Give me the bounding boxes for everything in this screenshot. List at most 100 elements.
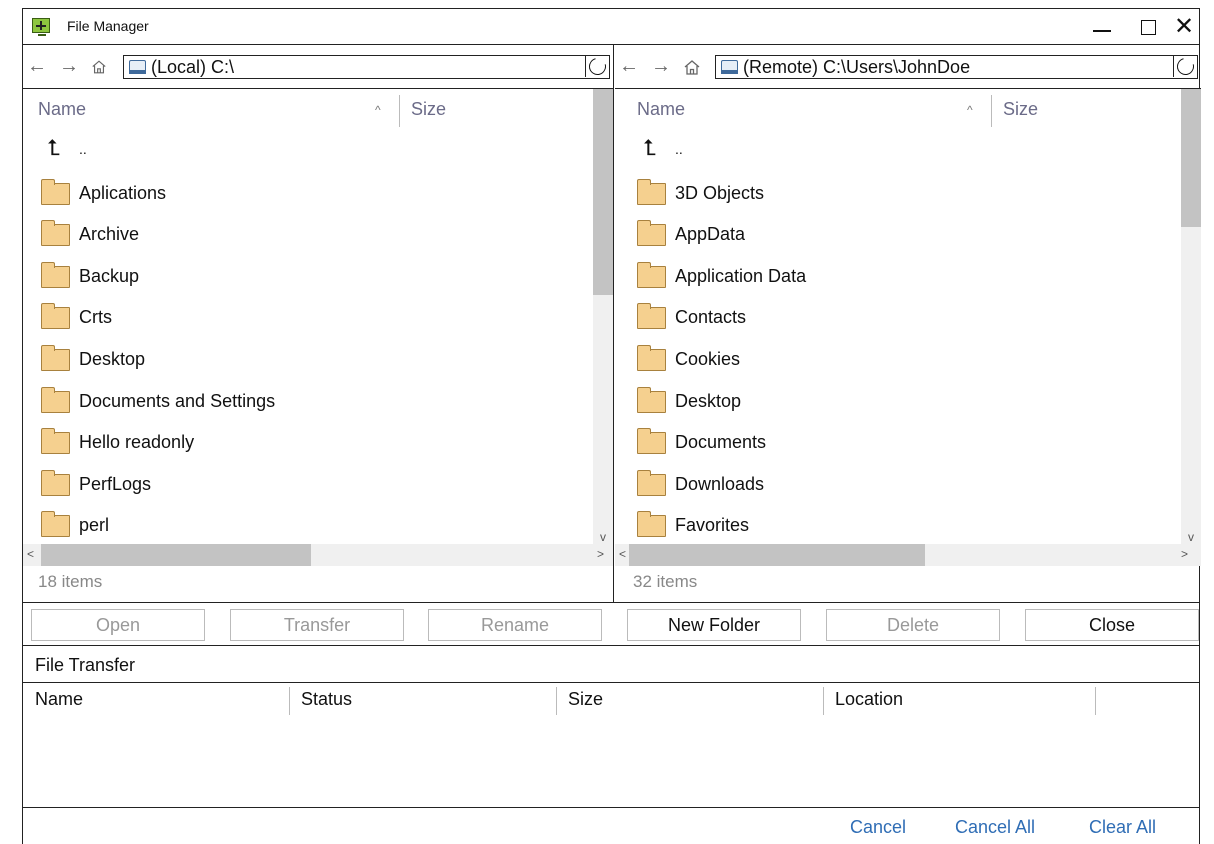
delete-button[interactable]: Delete (826, 609, 1000, 641)
list-item-label: Desktop (675, 390, 742, 411)
list-item[interactable]: Desktop (23, 339, 593, 381)
folder-icon (637, 261, 666, 288)
ft-col-size[interactable]: Size (568, 689, 603, 710)
transfer-button[interactable]: Transfer (230, 609, 404, 641)
rename-button[interactable]: Rename (428, 609, 602, 641)
folder-icon (637, 178, 666, 205)
close-button[interactable]: Close (1025, 609, 1199, 641)
list-item[interactable]: Favorites (619, 505, 1181, 544)
remote-col-name[interactable]: Name (637, 99, 685, 120)
local-col-size[interactable]: Size (411, 99, 446, 120)
list-item[interactable]: Desktop (619, 381, 1181, 423)
column-divider[interactable] (399, 95, 400, 127)
scroll-down-icon[interactable]: v (1181, 530, 1201, 544)
parent-dir-label: .. (79, 141, 87, 157)
folder-icon (41, 220, 70, 247)
remote-vscroll-thumb[interactable] (1181, 89, 1201, 227)
list-item[interactable]: Cookies (619, 339, 1181, 381)
column-divider[interactable] (991, 95, 992, 127)
list-item[interactable]: Downloads (619, 464, 1181, 506)
remote-refresh-button[interactable] (1173, 54, 1198, 79)
column-divider[interactable] (823, 687, 824, 715)
cancel-all-link[interactable]: Cancel All (955, 817, 1035, 838)
list-item[interactable]: 3D Objects (619, 173, 1181, 215)
forward-arrow-icon[interactable]: → (59, 55, 79, 78)
parent-dir-icon: ⮤ (47, 135, 60, 160)
parent-dir-row[interactable]: ⮤ .. (619, 131, 1181, 173)
file-transfer-title: File Transfer (35, 655, 136, 675)
local-vertical-scrollbar[interactable]: ^ v (593, 89, 613, 544)
local-col-name[interactable]: Name (38, 99, 86, 120)
home-icon[interactable] (683, 59, 701, 76)
remote-column-header: Name ^ Size (615, 89, 1181, 131)
open-button[interactable]: Open (31, 609, 205, 641)
list-item[interactable]: Documents and Settings (23, 381, 593, 423)
list-item[interactable]: Application Data (619, 256, 1181, 298)
local-item-count: 18 items (38, 572, 103, 591)
drive-icon (129, 60, 146, 74)
list-item-label: AppData (675, 224, 746, 245)
scroll-down-icon[interactable]: v (593, 530, 613, 544)
folder-icon (41, 469, 70, 496)
local-path-input[interactable]: (Local) C:\ (123, 54, 610, 79)
list-item-label: Desktop (79, 348, 146, 369)
minimize-button[interactable] (1087, 13, 1117, 41)
maximize-button[interactable] (1133, 13, 1163, 41)
list-item[interactable]: Documents (619, 422, 1181, 464)
list-item-label: Backup (79, 265, 140, 286)
parent-dir-row[interactable]: ⮤ .. (23, 131, 593, 173)
list-item-label: perl (79, 515, 110, 536)
local-refresh-button[interactable] (585, 54, 610, 79)
ft-col-location[interactable]: Location (835, 689, 903, 710)
sort-up-icon: ^ (375, 103, 381, 117)
remote-hscroll-thumb[interactable] (629, 544, 925, 566)
column-divider[interactable] (289, 687, 290, 715)
local-vscroll-thumb[interactable] (593, 89, 613, 295)
list-item[interactable]: PerfLogs (23, 464, 593, 506)
cancel-link[interactable]: Cancel (850, 817, 906, 838)
list-item[interactable]: Crts (23, 297, 593, 339)
list-item-label: Aplications (79, 182, 167, 203)
back-arrow-icon[interactable]: ← (619, 55, 639, 78)
file-transfer-table: Name Status Size Location (23, 682, 1199, 808)
local-horizontal-scrollbar[interactable]: < > (23, 544, 613, 566)
list-item-label: Hello readonly (79, 432, 195, 453)
list-item[interactable]: Backup (23, 256, 593, 298)
new-folder-button[interactable]: New Folder (627, 609, 801, 641)
folder-icon (41, 511, 70, 538)
column-divider[interactable] (556, 687, 557, 715)
local-panel: ← → (Local) C:\ Name ^ Size ⮤ .. Aplicat… (23, 45, 614, 602)
list-item[interactable]: AppData (619, 214, 1181, 256)
list-item[interactable]: Hello readonly (23, 422, 593, 464)
list-item-label: PerfLogs (79, 473, 152, 494)
back-arrow-icon[interactable]: ← (27, 55, 47, 78)
list-item-label: 3D Objects (675, 182, 765, 203)
close-window-button[interactable]: ✕ (1169, 13, 1199, 41)
remote-path-bar: ← → (Remote) C:\Users\JohnDoe (615, 45, 1201, 89)
home-icon[interactable] (91, 59, 107, 75)
scroll-left-icon[interactable]: < (27, 547, 34, 561)
ft-col-name[interactable]: Name (35, 689, 83, 710)
refresh-icon (1173, 54, 1198, 79)
list-item[interactable]: Aplications (23, 173, 593, 215)
column-divider[interactable] (1095, 687, 1096, 715)
local-column-header: Name ^ Size (23, 89, 593, 131)
remote-path-input[interactable]: (Remote) C:\Users\JohnDoe (715, 54, 1198, 79)
clear-all-link[interactable]: Clear All (1089, 817, 1156, 838)
remote-vertical-scrollbar[interactable]: ^ v (1181, 89, 1201, 544)
ft-col-status[interactable]: Status (301, 689, 352, 710)
scroll-right-icon[interactable]: > (1181, 547, 1188, 561)
list-item[interactable]: perl (23, 505, 593, 544)
local-hscroll-thumb[interactable] (41, 544, 311, 566)
folder-icon (41, 344, 70, 371)
close-icon: ✕ (1173, 13, 1195, 40)
scroll-right-icon[interactable]: > (597, 547, 604, 561)
drive-icon (721, 60, 738, 74)
forward-arrow-icon[interactable]: → (651, 55, 671, 78)
list-item[interactable]: Contacts (619, 297, 1181, 339)
remote-horizontal-scrollbar[interactable]: < > (615, 544, 1201, 566)
remote-col-size[interactable]: Size (1003, 99, 1038, 120)
scroll-left-icon[interactable]: < (619, 547, 626, 561)
folder-icon (41, 261, 70, 288)
list-item[interactable]: Archive (23, 214, 593, 256)
